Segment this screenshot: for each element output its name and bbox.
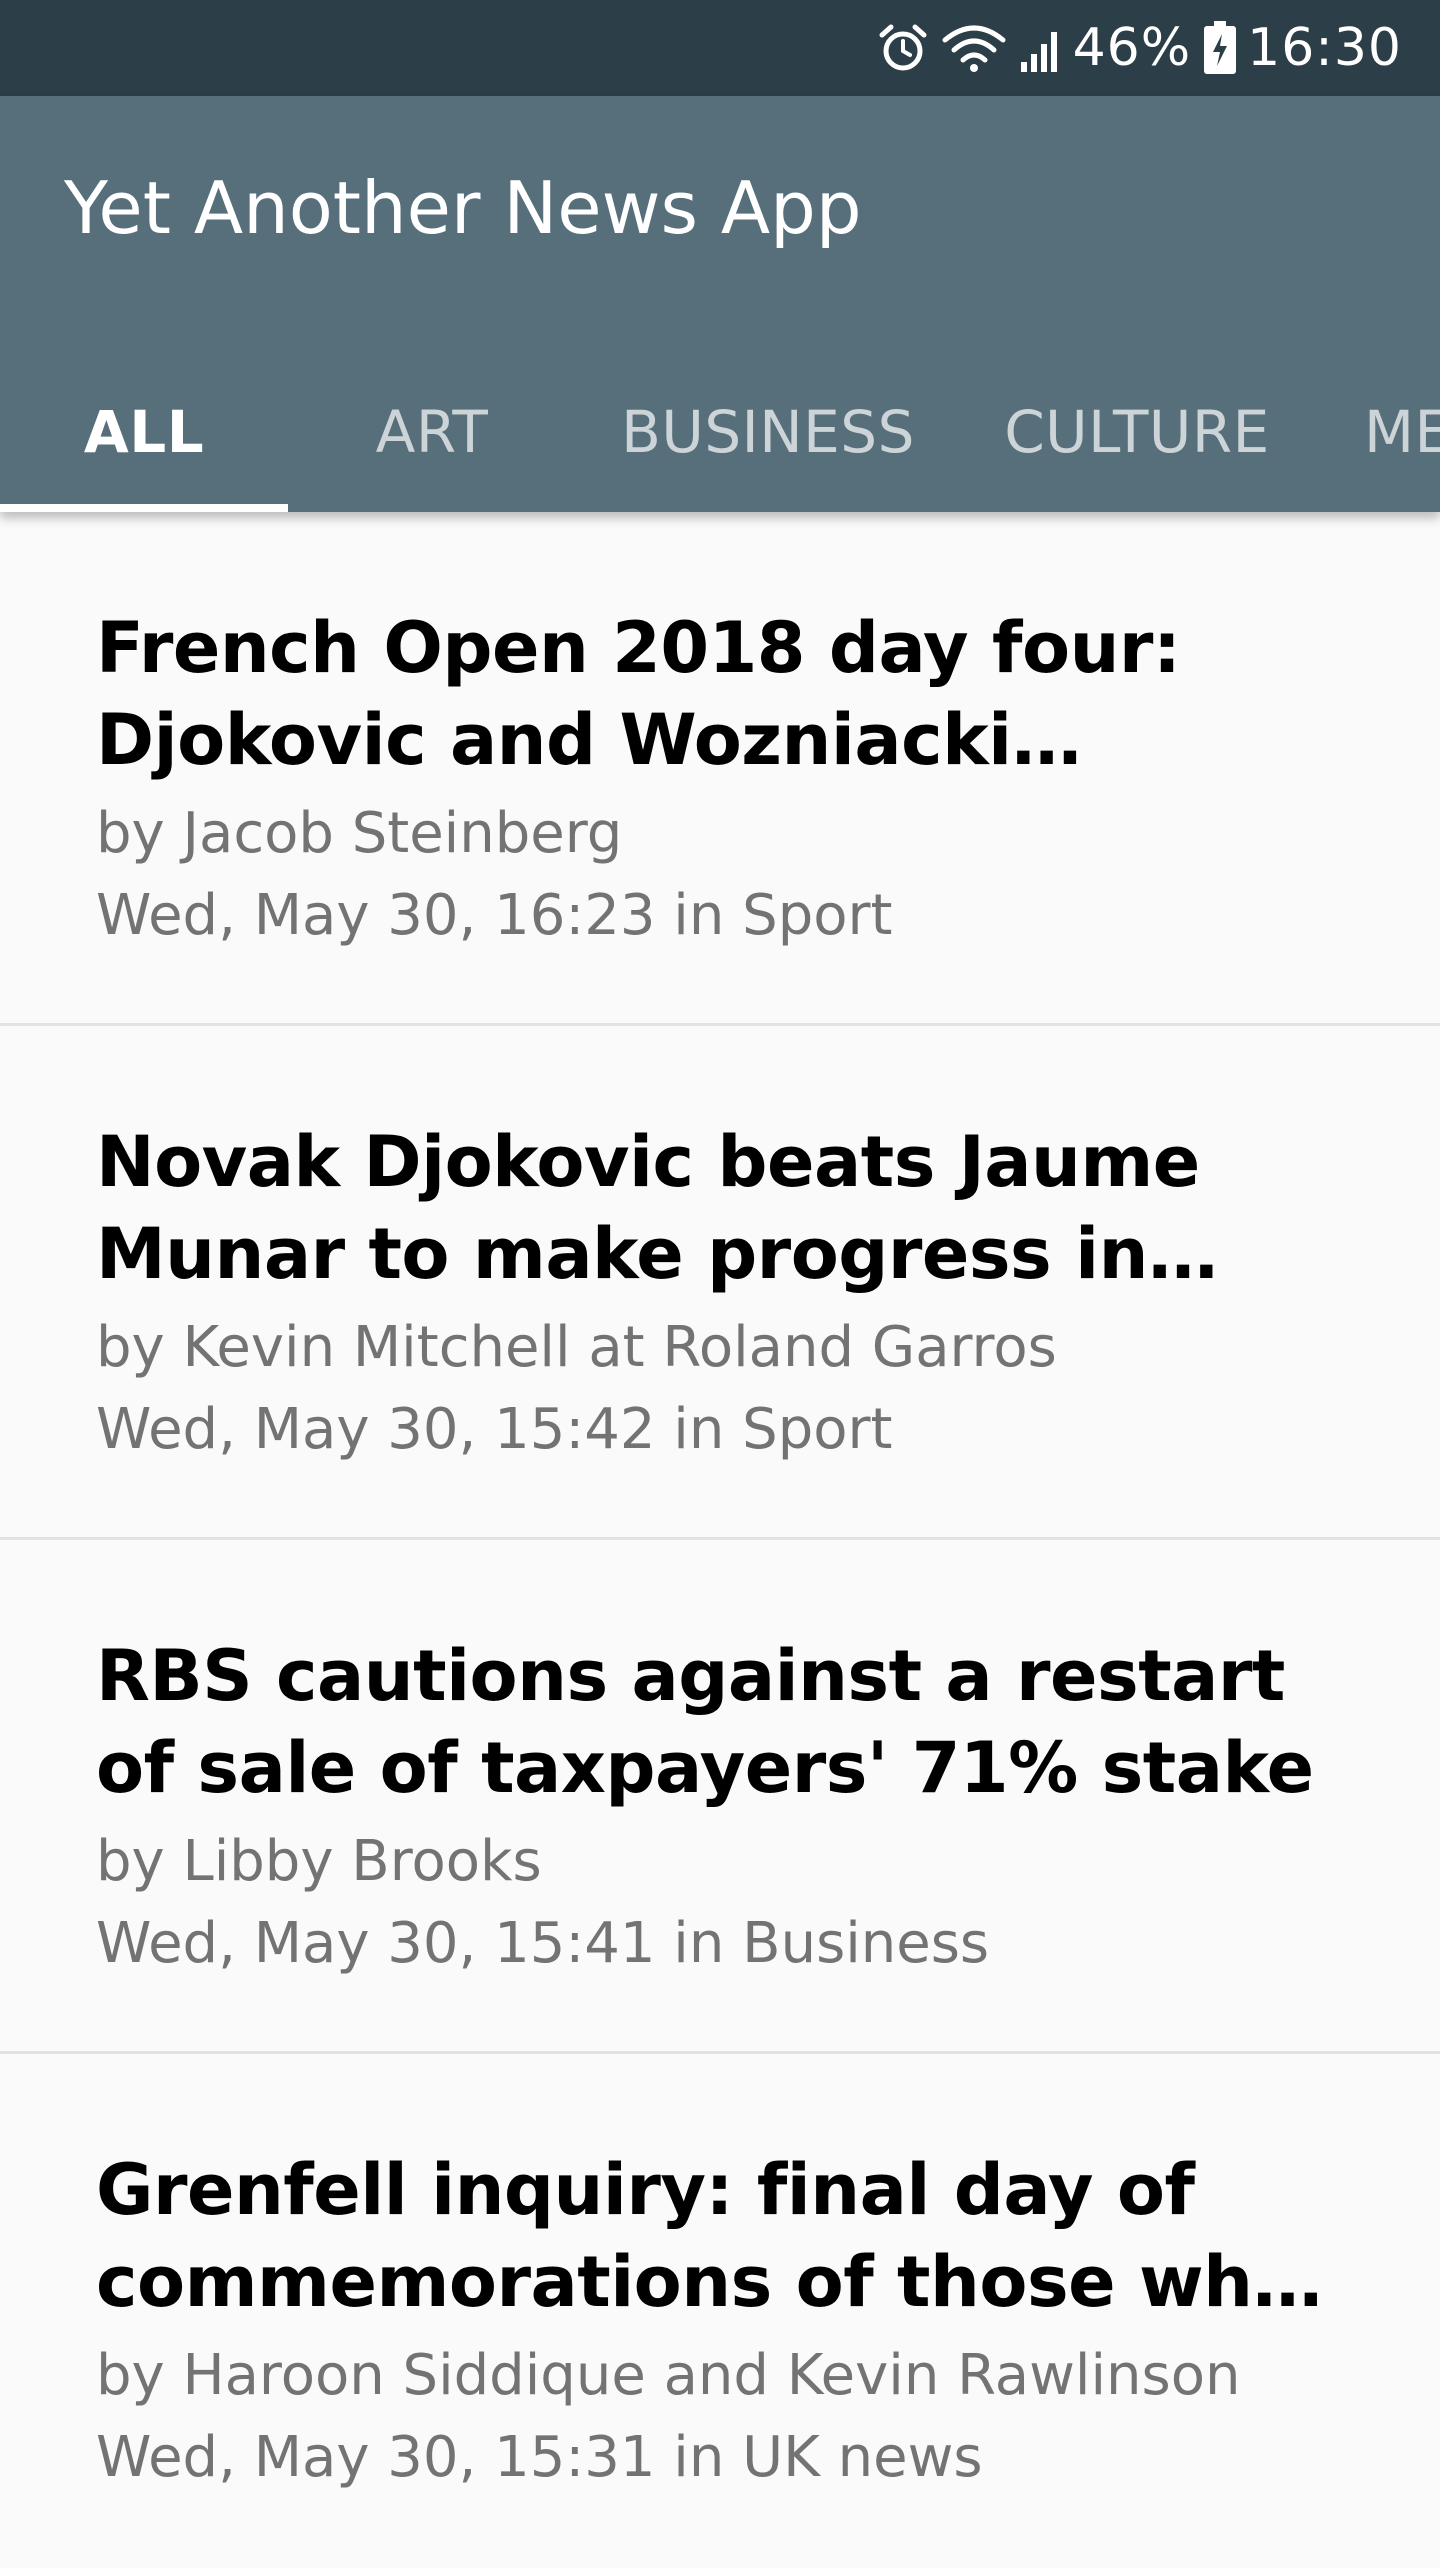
tab-me[interactable]: ME bbox=[1314, 352, 1440, 512]
article-item[interactable]: French Open 2018 day four: Djokovic and … bbox=[0, 512, 1440, 1026]
category-tabs: ALL ART BUSINESS CULTURE ME bbox=[0, 352, 1440, 512]
article-meta: Wed, May 30, 15:41 in Business bbox=[96, 1911, 990, 1976]
tab-business[interactable]: BUSINESS bbox=[576, 352, 960, 512]
app-title: Yet Another News App bbox=[64, 166, 862, 250]
wifi-icon bbox=[941, 22, 1007, 74]
battery-percentage: 46% bbox=[1072, 18, 1192, 78]
article-item[interactable]: Novak Djokovic beats Jaume Munar to make… bbox=[0, 1026, 1440, 1540]
tab-art[interactable]: ART bbox=[288, 352, 576, 512]
alarm-icon bbox=[877, 22, 929, 74]
status-time: 16:30 bbox=[1247, 18, 1402, 78]
article-author: by Libby Brooks bbox=[96, 1829, 542, 1894]
article-item[interactable]: Grenfell inquiry: final day of commemora… bbox=[0, 2054, 1440, 2568]
battery-charging-icon bbox=[1203, 21, 1237, 75]
signal-icon bbox=[1019, 22, 1063, 74]
tab-culture[interactable]: CULTURE bbox=[960, 352, 1314, 512]
active-tab-indicator bbox=[0, 504, 288, 512]
article-title: Grenfell inquiry: final day of commemora… bbox=[96, 2149, 1301, 2323]
article-title: French Open 2018 day four: Djokovic and … bbox=[96, 607, 1181, 781]
article-meta: Wed, May 30, 16:23 in Sport bbox=[96, 883, 893, 948]
article-author: by Jacob Steinberg bbox=[96, 801, 623, 866]
article-list: French Open 2018 day four: Djokovic and … bbox=[0, 512, 1440, 2568]
article-title: Novak Djokovic beats Jaume Munar to make… bbox=[96, 1121, 1200, 1295]
article-title: RBS cautions against a restart of sale o… bbox=[96, 1635, 1314, 1809]
article-author: by Kevin Mitchell at Roland Garros bbox=[96, 1315, 1057, 1380]
article-item[interactable]: RBS cautions against a restart of sale o… bbox=[0, 1540, 1440, 2054]
article-meta: Wed, May 30, 15:31 in UK news bbox=[96, 2425, 983, 2490]
app-bar: Yet Another News App ALL ART BUSINESS CU… bbox=[0, 96, 1440, 512]
article-meta: Wed, May 30, 15:42 in Sport bbox=[96, 1397, 893, 1462]
article-author: by Haroon Siddique and Kevin Rawlinson bbox=[96, 2343, 1241, 2408]
status-bar: 46% 16:30 bbox=[0, 0, 1440, 96]
tab-all[interactable]: ALL bbox=[0, 352, 288, 512]
